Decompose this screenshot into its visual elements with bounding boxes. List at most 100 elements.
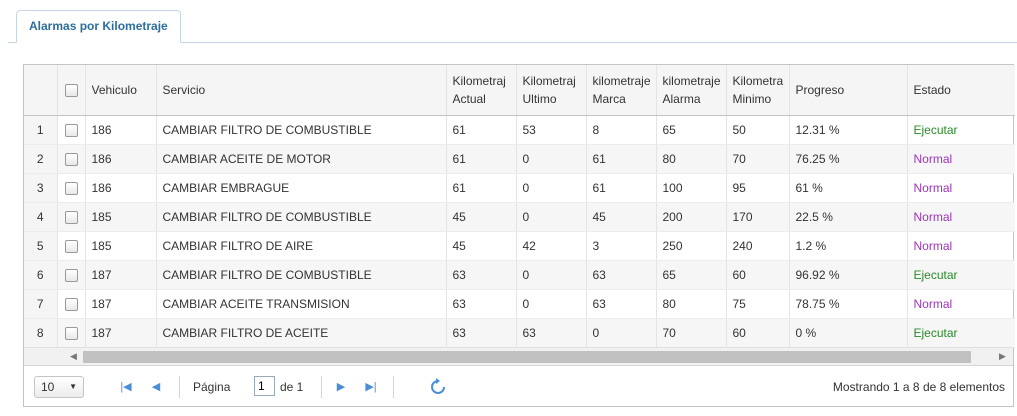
select-all-checkbox[interactable]	[64, 83, 78, 97]
row-number: 6	[24, 260, 58, 290]
cell-vehiculo: 186	[85, 173, 157, 203]
cell-vehiculo: 187	[85, 318, 157, 348]
cell-servicio: CAMBIAR FILTRO DE COMBUSTIBLE	[156, 260, 447, 290]
cell-minimo: 240	[726, 231, 790, 261]
page-number-input[interactable]	[254, 376, 275, 396]
cell-ultimo: 0	[516, 144, 587, 174]
header-km-minimo[interactable]: Kilometraj Minimo	[726, 65, 790, 116]
cell-vehiculo: 185	[85, 202, 157, 232]
header-label: Estado	[913, 82, 951, 97]
row-checkbox[interactable]	[64, 210, 78, 224]
cell-actual: 61	[446, 115, 517, 145]
cell-vehiculo: 187	[85, 260, 157, 290]
table-header-row: Vehiculo Servicio Kilometraj Actual Kilometr…	[24, 65, 1015, 116]
cell-alarma: 200	[656, 202, 727, 232]
header-km-marca[interactable]: kilometraje Marca	[586, 65, 657, 116]
cell-actual: 61	[446, 173, 517, 203]
header-select-all[interactable]	[57, 65, 86, 116]
cell-estado: Normal	[907, 144, 1015, 174]
cell-alarma: 65	[656, 260, 727, 290]
first-page-icon[interactable]: |◀	[116, 376, 136, 398]
cell-ultimo: 0	[516, 173, 587, 203]
page-size-select[interactable]: 10 ▼	[34, 376, 84, 398]
refresh-icon[interactable]	[428, 376, 448, 398]
header-sublabel: Actual	[452, 91, 486, 106]
table-row[interactable]: 3 186 CAMBIAR EMBRAGUE 61 0 61 100 95 61 % Normal	[24, 173, 1015, 203]
cell-progreso: 1.2 %	[789, 231, 908, 261]
cell-ultimo: 53	[516, 115, 587, 145]
cell-servicio: CAMBIAR FILTRO DE AIRE	[156, 231, 447, 261]
cell-alarma: 250	[656, 231, 727, 261]
header-km-alarma[interactable]: kilometraje Alarma	[656, 65, 727, 116]
table-row[interactable]: 4 185 CAMBIAR FILTRO DE COMBUSTIBLE 45 0 45 20…	[24, 202, 1015, 232]
scroll-left-icon[interactable]: ◀	[65, 348, 82, 365]
row-checkbox[interactable]	[64, 326, 78, 340]
pager: 10 ▼ |◀ ◀ Página de 1 ▶ ▶| Mostrando 1 a…	[24, 365, 1013, 406]
cell-minimo: 50	[726, 115, 790, 145]
alarms-grid: Vehiculo Servicio Kilometraj Actual Kilometr…	[23, 64, 1015, 407]
cell-estado: Ejecutar	[907, 318, 1015, 348]
header-sublabel: Ultimo	[522, 91, 557, 106]
last-page-icon[interactable]: ▶|	[361, 376, 381, 398]
table-row[interactable]: 6 187 CAMBIAR FILTRO DE COMBUSTIBLE 63 0 63 65…	[24, 260, 1015, 290]
cell-alarma: 65	[656, 115, 727, 145]
header-label: Kilometraj	[452, 73, 506, 88]
header-label: Servicio	[162, 82, 206, 97]
cell-vehiculo: 186	[85, 115, 157, 145]
row-number: 2	[24, 144, 58, 174]
row-select-cell	[57, 173, 86, 203]
cell-progreso: 12.31 %	[789, 115, 908, 145]
header-vehiculo[interactable]: Vehiculo	[85, 65, 157, 116]
cell-actual: 63	[446, 260, 517, 290]
cell-vehiculo: 185	[85, 231, 157, 261]
next-page-icon[interactable]: ▶	[331, 376, 351, 398]
cell-progreso: 96.92 %	[789, 260, 908, 290]
pager-separator	[393, 376, 394, 398]
cell-alarma: 70	[656, 318, 727, 348]
row-checkbox[interactable]	[64, 123, 78, 137]
cell-actual: 45	[446, 202, 517, 232]
cell-estado: Normal	[907, 289, 1015, 319]
tab-alarmas-kilometraje[interactable]: Alarmas por Kilometraje	[16, 10, 181, 43]
horizontal-scrollbar[interactable]: ◀ ▶	[24, 347, 1013, 365]
scroll-right-icon[interactable]: ▶	[994, 348, 1011, 365]
cell-actual: 63	[446, 289, 517, 319]
cell-estado: Normal	[907, 173, 1015, 203]
cell-actual: 61	[446, 144, 517, 174]
header-estado[interactable]: Estado	[907, 65, 1015, 116]
row-checkbox[interactable]	[64, 268, 78, 282]
prev-page-icon[interactable]: ◀	[146, 376, 166, 398]
row-checkbox[interactable]	[64, 297, 78, 311]
cell-estado: Ejecutar	[907, 260, 1015, 290]
row-number: 1	[24, 115, 58, 145]
row-checkbox[interactable]	[64, 152, 78, 166]
header-km-actual[interactable]: Kilometraj Actual	[446, 65, 517, 116]
table-row[interactable]: 5 185 CAMBIAR FILTRO DE AIRE 45 42 3 250 240 1.2…	[24, 231, 1015, 261]
table-row[interactable]: 2 186 CAMBIAR ACEITE DE MOTOR 61 0 61 80 70 76.2…	[24, 144, 1015, 174]
pager-info: Mostrando 1 a 8 de 8 elementos	[832, 380, 1005, 394]
row-number: 4	[24, 202, 58, 232]
row-number: 5	[24, 231, 58, 261]
header-label: Kilometraj	[522, 73, 576, 88]
row-number: 8	[24, 318, 58, 348]
cell-minimo: 170	[726, 202, 790, 232]
scrollbar-thumb[interactable]	[83, 351, 971, 363]
cell-progreso: 78.75 %	[789, 289, 908, 319]
row-checkbox[interactable]	[64, 181, 78, 195]
cell-estado: Ejecutar	[907, 115, 1015, 145]
table-row[interactable]: 8 187 CAMBIAR FILTRO DE ACEITE 63 63 0 70 60 0 %…	[24, 318, 1015, 348]
cell-marca: 63	[586, 260, 657, 290]
table-row[interactable]: 1 186 CAMBIAR FILTRO DE COMBUSTIBLE 61 53 8 65…	[24, 115, 1015, 145]
alarms-table: Vehiculo Servicio Kilometraj Actual Kilometr…	[24, 65, 1015, 348]
row-checkbox[interactable]	[64, 239, 78, 253]
cell-vehiculo: 187	[85, 289, 157, 319]
cell-ultimo: 42	[516, 231, 587, 261]
row-select-cell	[57, 144, 86, 174]
header-servicio[interactable]: Servicio	[156, 65, 447, 116]
cell-servicio: CAMBIAR FILTRO DE COMBUSTIBLE	[156, 202, 447, 232]
header-km-ultimo[interactable]: Kilometraj Ultimo	[516, 65, 587, 116]
table-row[interactable]: 7 187 CAMBIAR ACEITE TRANSMISION 63 0 63 80 75 7…	[24, 289, 1015, 319]
header-sublabel: Alarma	[662, 91, 701, 106]
header-progreso[interactable]: Progreso	[789, 65, 908, 116]
header-sublabel: Marca	[592, 91, 626, 106]
